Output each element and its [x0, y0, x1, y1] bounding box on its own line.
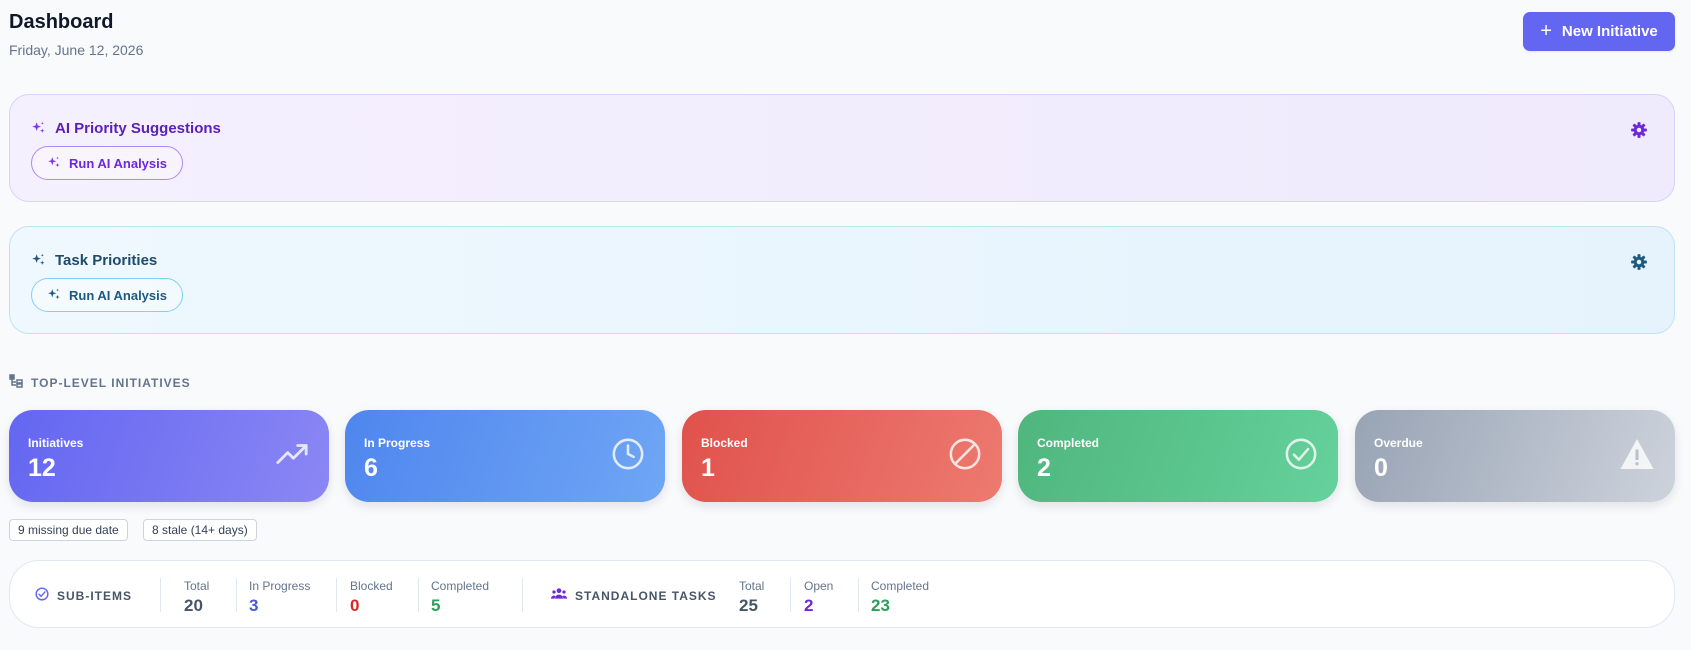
stat-card-value: 12 — [28, 454, 56, 482]
task-priorities-panel: Task Priorities Run AI Analysis — [9, 226, 1675, 334]
run-ai-analysis-button[interactable]: Run AI Analysis — [31, 278, 183, 312]
sub-items-in-progress: In Progress 3 — [249, 579, 311, 615]
page-header: Dashboard Friday, June 12, 2026 — [9, 10, 143, 59]
divider — [858, 578, 859, 612]
trending-up-icon — [275, 437, 309, 476]
summary-bar: SUB-ITEMS Total 20 In Progress 3 Blocked… — [9, 560, 1675, 628]
run-ai-analysis-button[interactable]: Run AI Analysis — [31, 146, 183, 180]
divider — [790, 578, 791, 612]
sparkles-icon — [47, 156, 61, 170]
stat-card-label: Overdue — [1374, 436, 1423, 450]
check-circle-icon — [1284, 437, 1318, 476]
stat-card-label: Blocked — [701, 436, 748, 450]
divider — [336, 578, 337, 612]
standalone-open: Open 2 — [804, 579, 834, 615]
gear-icon[interactable] — [1630, 121, 1648, 144]
stat-card-overdue[interactable]: Overdue 0 — [1355, 410, 1675, 502]
gear-icon[interactable] — [1630, 253, 1648, 276]
dashboard-page: Dashboard Friday, June 12, 2026 + New In… — [0, 0, 1691, 650]
page-title: Dashboard — [9, 11, 114, 33]
ai-panel-title: AI Priority Suggestions — [31, 120, 221, 137]
standalone-completed: Completed 23 — [871, 579, 930, 615]
stat-card-label: In Progress — [364, 436, 431, 450]
stat-card-in-progress[interactable]: In Progress 6 — [345, 410, 665, 502]
new-initiative-button[interactable]: + New Initiative — [1523, 12, 1675, 51]
sparkles-icon — [31, 121, 46, 136]
stat-card-label: Completed — [1037, 436, 1100, 450]
blocked-icon — [948, 437, 982, 476]
stat-card-completed[interactable]: Completed 2 — [1018, 410, 1338, 502]
divider — [160, 578, 161, 612]
sparkles-icon — [47, 288, 61, 302]
top-level-initiatives-heading: TOP-LEVEL INITIATIVES — [9, 374, 191, 391]
sparkles-icon — [31, 253, 46, 268]
page-date: Friday, June 12, 2026 — [9, 42, 144, 58]
users-icon — [551, 587, 567, 604]
stat-card-value: 1 — [701, 454, 715, 482]
ai-panel-title: Task Priorities — [31, 252, 157, 269]
stat-card-value: 0 — [1374, 454, 1388, 482]
sub-items-blocked: Blocked 0 — [350, 579, 393, 615]
sub-items-heading: SUB-ITEMS — [35, 587, 132, 604]
check-circle-icon — [35, 587, 49, 604]
ai-priority-suggestions-panel: AI Priority Suggestions Run AI Analysis — [9, 94, 1675, 202]
standalone-total: Total 25 — [739, 579, 765, 615]
sub-items-total: Total 20 — [184, 579, 210, 615]
new-initiative-label: New Initiative — [1561, 23, 1658, 40]
clock-icon — [611, 437, 645, 476]
warning-icon — [1619, 437, 1655, 476]
stat-card-blocked[interactable]: Blocked 1 — [682, 410, 1002, 502]
divider — [236, 578, 237, 612]
missing-due-date-chip[interactable]: 9 missing due date — [9, 519, 128, 541]
stat-card-label: Initiatives — [28, 436, 84, 450]
stat-card-initiatives[interactable]: Initiatives 12 — [9, 410, 329, 502]
divider — [522, 578, 523, 612]
stat-card-value: 2 — [1037, 454, 1051, 482]
stat-card-value: 6 — [364, 454, 378, 482]
divider — [418, 578, 419, 612]
sub-items-completed: Completed 5 — [431, 579, 490, 615]
standalone-tasks-heading: STANDALONE TASKS — [551, 587, 717, 604]
hierarchy-icon — [9, 374, 23, 391]
plus-icon: + — [1540, 19, 1552, 42]
stale-chip[interactable]: 8 stale (14+ days) — [143, 519, 257, 541]
